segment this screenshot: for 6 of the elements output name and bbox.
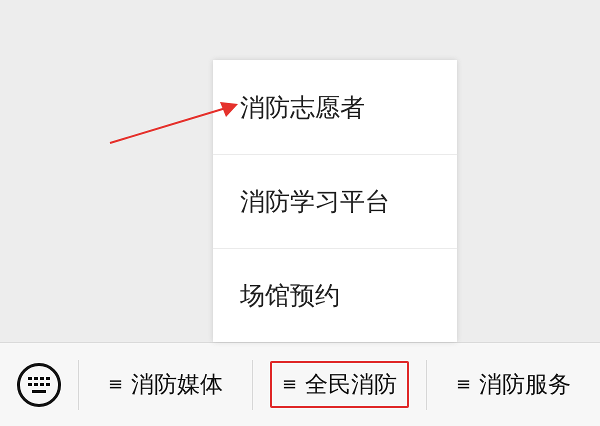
- menu-tab[interactable]: ≡ 消防服务: [444, 361, 584, 408]
- submenu-item[interactable]: 消防学习平台: [213, 154, 457, 248]
- menu-tab[interactable]: ≡ 消防媒体: [96, 361, 236, 408]
- menu-tab[interactable]: ≡ 全民消防: [270, 361, 410, 408]
- submenu-item[interactable]: 消防志愿者: [213, 60, 457, 154]
- keyboard-icon[interactable]: [16, 362, 62, 408]
